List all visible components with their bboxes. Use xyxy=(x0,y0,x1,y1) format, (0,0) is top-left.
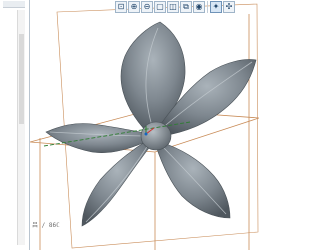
zoom-fit-icon[interactable]: ⊡ xyxy=(115,1,127,13)
toolbar-separator xyxy=(207,1,208,13)
repaint-icon[interactable]: ◫ xyxy=(167,1,179,13)
panel-scrollbar[interactable] xyxy=(17,10,25,245)
petal-bottom xyxy=(81,139,153,227)
zoom-out-icon[interactable]: ⊖ xyxy=(141,1,153,13)
display-style-icon[interactable]: ◉ xyxy=(193,1,205,13)
view-toolbar: ⊡ ⊕ ⊖ ▢ ◫ ⧉ ◉ ✦ ✣ xyxy=(115,1,235,14)
saved-views-icon[interactable]: ⧉ xyxy=(180,1,192,13)
graphics-viewport[interactable]: ⊡ ⊕ ⊖ ▢ ◫ ⧉ ◉ ✦ ✣ 吕 / 86ℂ xyxy=(30,0,259,250)
spin-center-icon[interactable]: ✣ xyxy=(223,1,235,13)
flower-model-canvas xyxy=(30,3,259,250)
coordinate-label: 吕 / 86ℂ xyxy=(32,222,60,229)
panel-header xyxy=(3,1,25,8)
model-tree-panel xyxy=(0,0,30,250)
petal-left xyxy=(45,123,151,153)
datum-display-icon[interactable]: ✦ xyxy=(210,1,222,13)
scrollbar-thumb[interactable] xyxy=(19,34,24,124)
zoom-window-icon[interactable]: ▢ xyxy=(154,1,166,13)
zoom-in-icon[interactable]: ⊕ xyxy=(128,1,140,13)
